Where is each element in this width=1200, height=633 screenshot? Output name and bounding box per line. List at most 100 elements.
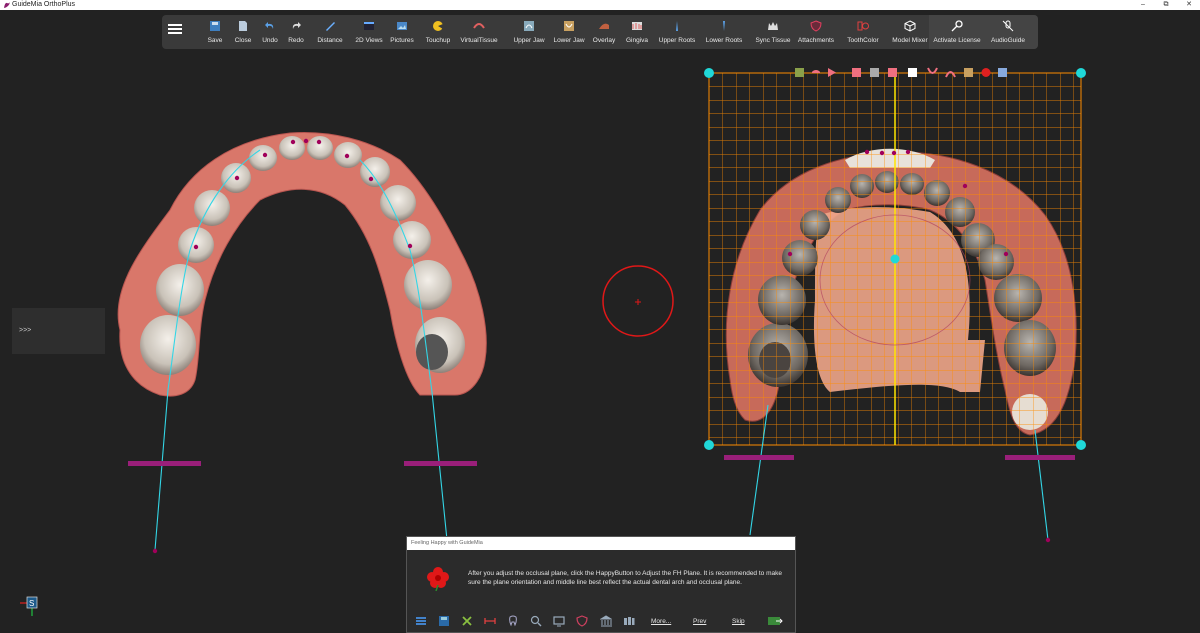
toolbar-button-label: Distance xyxy=(317,37,343,44)
toolbar-button-label: Upper Jaw xyxy=(513,37,545,44)
toolbar-gingiva-button[interactable]: Gingiva xyxy=(622,17,652,47)
toolbar-button-label: Redo xyxy=(288,37,304,44)
happy-flower-icon[interactable] xyxy=(425,565,451,591)
tooth-icon[interactable] xyxy=(507,615,519,627)
view-icon-5 xyxy=(870,68,879,77)
left-plane-marker-b[interactable] xyxy=(404,461,477,466)
toolbar-redo-button[interactable]: Redo xyxy=(283,17,309,47)
toolbar-button-label: Close xyxy=(234,37,252,44)
toolbar-virtualtissue-button[interactable]: VirtualTissue xyxy=(457,17,501,47)
toolbar-button-label: Touchup xyxy=(425,37,451,44)
view-icon-10 xyxy=(964,68,973,77)
toolbar-lower-roots-button[interactable]: Lower Roots xyxy=(702,17,746,47)
toolbar-overlay-button[interactable]: Overlay xyxy=(589,17,619,47)
tooth-color-icon xyxy=(857,21,869,31)
toolbar-button-label: Model Mixer xyxy=(892,37,928,44)
toolbar-lower-jaw-button[interactable]: Lower Jaw xyxy=(550,17,588,47)
more-link[interactable]: More... xyxy=(651,618,671,625)
toolbar-button-label: Pictures xyxy=(390,37,414,44)
toolbar-button-label: Save xyxy=(207,37,223,44)
toolbar-attachments-button[interactable]: Attachments xyxy=(795,17,837,47)
measure-icon[interactable] xyxy=(484,615,496,627)
svg-text:S: S xyxy=(29,599,34,608)
sync-tissue-icon xyxy=(768,22,778,30)
overlay-icon xyxy=(599,23,609,29)
view-icon-1 xyxy=(795,68,804,77)
toolbar-button-label: Upper Roots xyxy=(658,37,696,44)
virtual-tissue-icon xyxy=(473,23,485,29)
toolbar-button-label: Sync Tissue xyxy=(755,37,791,44)
toolbar-upper-roots-button[interactable]: Upper Roots xyxy=(654,17,700,47)
toolbar-button-label: Undo xyxy=(262,37,278,44)
close-file-icon xyxy=(239,21,247,31)
view-icon-4 xyxy=(852,68,861,77)
side-panel-toggle[interactable]: >>> xyxy=(19,327,31,334)
teeth-set-icon[interactable] xyxy=(623,615,635,627)
shield-icon[interactable] xyxy=(576,615,588,627)
tools-icon[interactable] xyxy=(461,615,473,627)
toolbar-distance-button[interactable]: Distance xyxy=(312,17,348,47)
ruler-icon xyxy=(326,22,335,31)
save-view-icon[interactable] xyxy=(438,615,450,627)
toolbar-button-label: 2D Views xyxy=(355,37,383,44)
right-plane-marker-b[interactable] xyxy=(1005,455,1075,460)
attachments-icon xyxy=(810,20,822,32)
key-icon xyxy=(951,20,963,32)
save-icon xyxy=(210,21,220,31)
main-toolbar: Save Close Undo Redo Distance 2D Views Picture… xyxy=(162,15,1038,49)
toolbar-audioguide-button[interactable]: AudioGuide xyxy=(988,17,1028,47)
toolbar-pictures-button[interactable]: Pictures xyxy=(388,17,416,47)
side-panel: >>> xyxy=(12,308,105,354)
view-icon-11 xyxy=(981,68,991,77)
right-plane-marker-a[interactable] xyxy=(724,455,794,460)
view-icon-8 xyxy=(927,67,938,74)
toolbar-button-label: Overlay xyxy=(592,37,616,44)
toolbar-model-mixer-button[interactable]: Model Mixer xyxy=(889,17,931,47)
toolbar-2d-views-button[interactable]: 2D Views xyxy=(352,17,386,47)
toolbar-button-label: AudioGuide xyxy=(991,37,1025,44)
institution-icon[interactable] xyxy=(600,615,612,627)
toolbar-activate-license-button[interactable]: Activate License xyxy=(933,17,981,47)
redo-icon xyxy=(292,22,301,29)
toolbar-button-label: Gingiva xyxy=(625,37,649,44)
lower-roots-icon xyxy=(723,21,725,31)
toolbar-upper-jaw-button[interactable]: Upper Jaw xyxy=(507,17,551,47)
skip-link[interactable]: Skip xyxy=(732,618,745,625)
dialog-message: After you adjust the occlusal plane, cli… xyxy=(468,570,782,586)
toolbar-toothcolor-button[interactable]: ToothColor xyxy=(843,17,883,47)
list-icon[interactable] xyxy=(415,615,427,627)
prev-link[interactable]: Prev xyxy=(693,618,706,625)
toolbar-sync-tissue-button[interactable]: Sync Tissue xyxy=(753,17,793,47)
toolbar-undo-button[interactable]: Undo xyxy=(257,17,283,47)
toolbar-button-label: VirtualTissue xyxy=(460,37,498,44)
lower-jaw-icon xyxy=(564,21,574,31)
left-jaw-model[interactable] xyxy=(117,132,487,554)
screen-icon[interactable] xyxy=(553,615,565,627)
gingiva-icon xyxy=(632,22,642,30)
2d-views-icon xyxy=(364,22,374,30)
toolbar-button-label: Activate License xyxy=(933,37,981,44)
center-handle[interactable] xyxy=(890,254,900,264)
toolbar-save-button[interactable]: Save xyxy=(202,17,228,47)
toolbar-touchup-button[interactable]: Touchup xyxy=(421,17,455,47)
view-icon-7 xyxy=(908,68,917,77)
toolbar-button-label: Attachments xyxy=(797,37,835,44)
microphone-off-icon xyxy=(1002,20,1014,32)
toolbar-button-label: ToothColor xyxy=(847,37,879,44)
upper-roots-icon xyxy=(676,21,678,31)
view-icon-2 xyxy=(812,70,820,73)
dialog-title: Feeling Happy with GuideMia xyxy=(407,537,795,550)
axis-widget: S xyxy=(20,596,38,616)
model-mixer-icon xyxy=(904,20,916,32)
left-plane-marker-a[interactable] xyxy=(128,461,201,466)
undo-icon xyxy=(265,22,274,29)
right-jaw-model[interactable] xyxy=(704,67,1086,543)
upper-jaw-icon xyxy=(524,21,534,31)
hamburger-menu-button[interactable] xyxy=(168,22,182,36)
search-tooth-icon[interactable] xyxy=(530,615,542,627)
exit-guide-icon[interactable] xyxy=(767,615,783,627)
view-icon-6 xyxy=(888,68,897,77)
toolbar-button-label: Lower Roots xyxy=(705,37,743,44)
toolbar-close-button[interactable]: Close xyxy=(230,17,256,47)
rotation-target[interactable] xyxy=(602,265,674,337)
